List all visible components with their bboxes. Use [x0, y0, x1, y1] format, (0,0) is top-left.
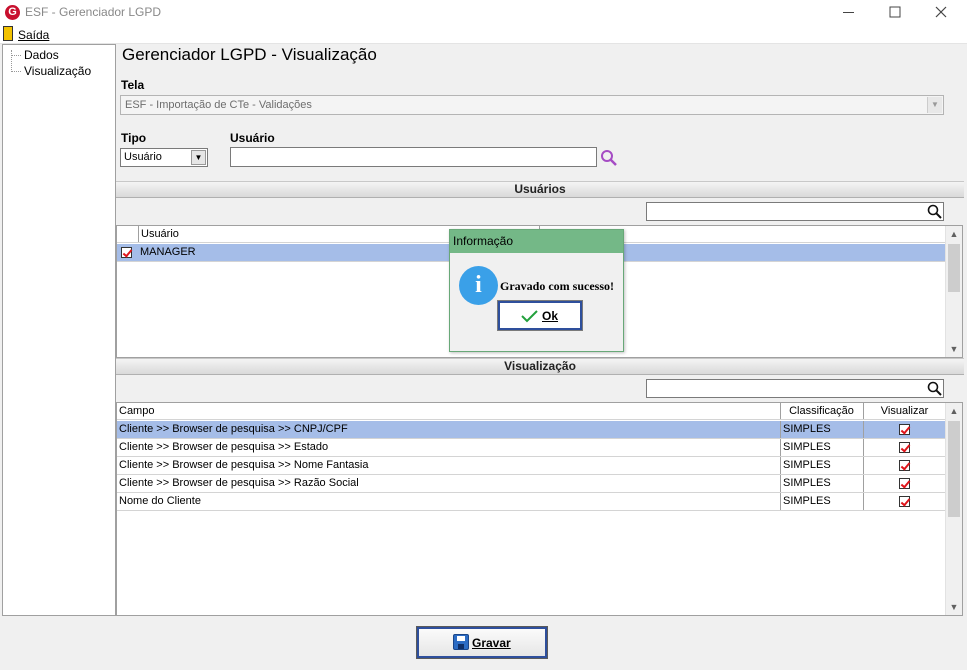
- type-select-value: Usuário: [124, 151, 162, 163]
- vertical-scrollbar[interactable]: ▲ ▼: [945, 226, 962, 357]
- column-header-classification[interactable]: Classificação: [780, 403, 862, 419]
- visualization-section-title: Visualização: [504, 359, 576, 373]
- search-icon[interactable]: [600, 149, 618, 167]
- info-dialog: Informação i Gravado com sucesso! Ok: [449, 229, 624, 352]
- minimize-icon[interactable]: [826, 0, 872, 25]
- classification-cell: SIMPLES: [780, 493, 862, 510]
- visualize-cell: [863, 475, 945, 492]
- field-cell: Nome do Cliente: [119, 495, 201, 507]
- checkbox[interactable]: [899, 442, 910, 453]
- save-button[interactable]: Gravar: [416, 626, 548, 659]
- tree-item-dados[interactable]: Dados: [24, 48, 59, 62]
- window-title: ESF - Gerenciador LGPD: [25, 5, 162, 19]
- type-select[interactable]: Usuário ▼: [120, 148, 208, 167]
- checkbox[interactable]: [899, 424, 910, 435]
- page-title: Gerenciador LGPD - Visualização: [122, 45, 377, 64]
- screen-select-value: ESF - Importação de CTe - Validações: [125, 99, 312, 111]
- visualize-cell: [863, 457, 945, 474]
- user-label: Usuário: [230, 131, 275, 145]
- users-filter-input[interactable]: [646, 202, 944, 221]
- scroll-down-icon[interactable]: ▼: [946, 341, 962, 357]
- checkbox[interactable]: [899, 496, 910, 507]
- info-icon: i: [459, 266, 498, 305]
- search-icon[interactable]: [927, 204, 942, 219]
- tree-connector: [12, 55, 21, 56]
- visualize-cell: [863, 493, 945, 510]
- menu-item-exit[interactable]: Saída: [18, 28, 49, 42]
- ok-button[interactable]: Ok: [497, 300, 583, 331]
- app-logo-icon: G: [5, 5, 20, 20]
- table-row[interactable]: Cliente >> Browser de pesquisa >> Nome F…: [117, 457, 945, 475]
- classification-cell: SIMPLES: [780, 421, 862, 438]
- dialog-message: Gravado com sucesso!: [500, 279, 614, 293]
- scrollbar-thumb[interactable]: [948, 244, 960, 292]
- menu-item-exit-label[interactable]: Saída: [18, 28, 49, 42]
- scroll-up-icon[interactable]: ▲: [946, 226, 962, 242]
- type-label: Tipo: [121, 131, 147, 145]
- close-button[interactable]: [918, 0, 964, 25]
- field-cell: Cliente >> Browser de pesquisa >> CNPJ/C…: [119, 423, 348, 435]
- save-icon: [453, 634, 469, 650]
- checkbox[interactable]: [121, 247, 132, 258]
- visualize-cell: [863, 421, 945, 438]
- table-row[interactable]: Cliente >> Browser de pesquisa >> Estado…: [117, 439, 945, 457]
- checkbox[interactable]: [899, 460, 910, 471]
- field-cell: Cliente >> Browser de pesquisa >> Razão …: [119, 477, 359, 489]
- tree-item-visualizacao[interactable]: Visualização: [24, 64, 91, 78]
- check-icon: [521, 310, 538, 323]
- visualization-grid: Campo Classificação Visualizar Cliente >…: [116, 402, 963, 616]
- field-cell: Cliente >> Browser de pesquisa >> Estado: [119, 441, 329, 453]
- save-button-label: Gravar: [472, 636, 511, 650]
- column-header-visualize[interactable]: Visualizar: [863, 403, 945, 419]
- visualization-grid-header: Campo Classificação Visualizar: [117, 403, 945, 420]
- field-cell: Cliente >> Browser de pesquisa >> Nome F…: [119, 459, 369, 471]
- tree-connector: [12, 71, 21, 72]
- scrollbar-thumb[interactable]: [948, 421, 960, 517]
- visualization-filter-input[interactable]: [646, 379, 944, 398]
- table-row[interactable]: Cliente >> Browser de pesquisa >> Razão …: [117, 475, 945, 493]
- door-exit-icon[interactable]: [3, 26, 13, 41]
- chevron-down-icon[interactable]: ▼: [191, 150, 206, 165]
- scroll-down-icon[interactable]: ▼: [946, 599, 962, 615]
- dialog-title: Informação: [450, 230, 623, 253]
- maximize-button[interactable]: [872, 0, 918, 25]
- menu-bar: [0, 25, 967, 44]
- ok-button-label: Ok: [542, 309, 559, 323]
- classification-cell: SIMPLES: [780, 475, 862, 492]
- scroll-up-icon[interactable]: ▲: [946, 403, 962, 419]
- users-section-title: Usuários: [514, 182, 566, 196]
- table-row[interactable]: Cliente >> Browser de pesquisa >> CNPJ/C…: [117, 421, 945, 439]
- tree-connector: [11, 50, 12, 72]
- search-icon[interactable]: [927, 381, 942, 396]
- classification-cell: SIMPLES: [780, 439, 862, 456]
- table-row[interactable]: Nome do Cliente SIMPLES: [117, 493, 945, 511]
- classification-cell: SIMPLES: [780, 457, 862, 474]
- navigation-tree: [2, 44, 116, 616]
- grid-indicator-column: [117, 226, 137, 242]
- screen-select[interactable]: ESF - Importação de CTe - Validações ▼: [120, 95, 944, 115]
- user-search-input[interactable]: [230, 147, 597, 167]
- visualization-section-header: Visualização: [116, 358, 964, 375]
- checkbox[interactable]: [899, 478, 910, 489]
- visualize-cell: [863, 439, 945, 456]
- users-section-header: Usuários: [116, 181, 964, 198]
- vertical-scrollbar[interactable]: ▲ ▼: [945, 403, 962, 615]
- column-header-field[interactable]: Campo: [117, 403, 779, 419]
- screen-label: Tela: [121, 78, 145, 92]
- chevron-down-icon[interactable]: ▼: [927, 97, 942, 113]
